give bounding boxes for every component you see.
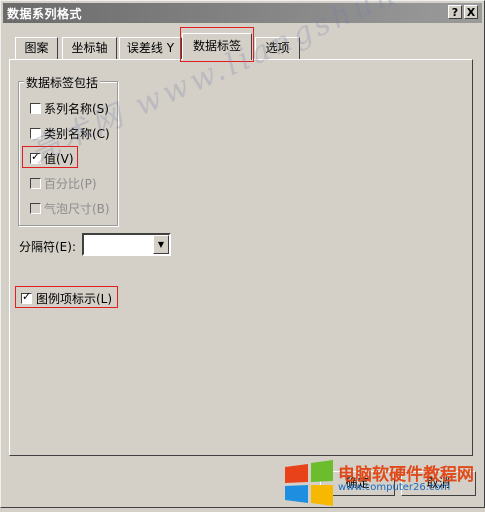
tab-options[interactable]: 选项 <box>255 37 300 59</box>
help-button[interactable]: ? <box>448 5 462 19</box>
windows-logo-icon <box>285 460 333 506</box>
format-data-series-dialog: 数据系列格式 ? X 图案 坐标轴 误差线 Y 数据标签 选项 数据标签包括 系… <box>0 0 485 508</box>
tab-error-bars-y[interactable]: 误差线 Y <box>119 37 182 59</box>
dialog-title: 数据系列格式 <box>7 7 83 21</box>
tab-data-labels[interactable]: 数据标签 <box>182 33 252 60</box>
tab-axis[interactable]: 坐标轴 <box>62 37 117 59</box>
tab-patterns[interactable]: 图案 <box>15 37 58 59</box>
close-button[interactable]: X <box>464 5 478 19</box>
site-url: www.computer26.com <box>338 482 451 493</box>
title-bar[interactable]: 数据系列格式 ? X <box>3 3 482 23</box>
tab-panel <box>9 59 473 456</box>
